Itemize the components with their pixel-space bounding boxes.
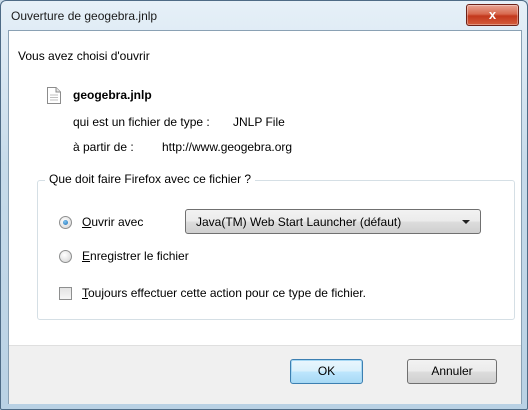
application-select[interactable]: Java(TM) Web Start Launcher (défaut) (185, 209, 481, 234)
dialog-window: Ouverture de geogebra.jnlp x Vous avez c… (0, 0, 528, 410)
open-with-radio[interactable] (59, 216, 72, 229)
close-icon: x (488, 7, 497, 22)
ok-button[interactable]: OK (290, 359, 363, 384)
window-title: Ouverture de geogebra.jnlp (11, 9, 158, 23)
file-source-value: http://www.geogebra.org (162, 140, 293, 154)
save-file-label[interactable]: Enregistrer le fichier (82, 249, 189, 263)
document-icon (47, 87, 61, 104)
open-with-label-text: uvrir avec (91, 215, 144, 229)
dialog-content: Vous avez choisi d'ouvrir geogebra.jnlp … (8, 30, 522, 404)
always-action-checkbox[interactable] (59, 287, 72, 300)
application-select-value: Java(TM) Web Start Launcher (défaut) (196, 215, 402, 229)
file-source-label: à partir de : (73, 140, 134, 154)
cancel-button[interactable]: Annuler (407, 359, 497, 384)
always-action-label-text: oujours effectuer cette action pour ce t… (88, 286, 366, 300)
radio-selected-dot (63, 220, 68, 225)
save-file-radio[interactable] (59, 250, 72, 263)
button-bar: OK Annuler (9, 345, 521, 404)
open-with-label[interactable]: Ouvrir avec (82, 215, 143, 229)
action-group-legend: Que doit faire Firefox avec ce fichier ? (45, 172, 256, 186)
title-bar[interactable]: Ouverture de geogebra.jnlp x (1, 1, 527, 31)
save-file-accel: E (82, 249, 91, 263)
file-type-value: JNLP File (233, 115, 285, 129)
chevron-down-icon (462, 220, 470, 224)
file-name: geogebra.jnlp (73, 88, 152, 102)
file-type-label: qui est un fichier de type : (73, 115, 210, 129)
always-action-label[interactable]: Toujours effectuer cette action pour ce … (82, 286, 366, 300)
save-file-label-text: nregistrer le fichier (90, 249, 189, 263)
open-with-accel: O (82, 215, 92, 229)
close-button[interactable]: x (466, 4, 519, 26)
intro-text: Vous avez choisi d'ouvrir (18, 49, 150, 63)
